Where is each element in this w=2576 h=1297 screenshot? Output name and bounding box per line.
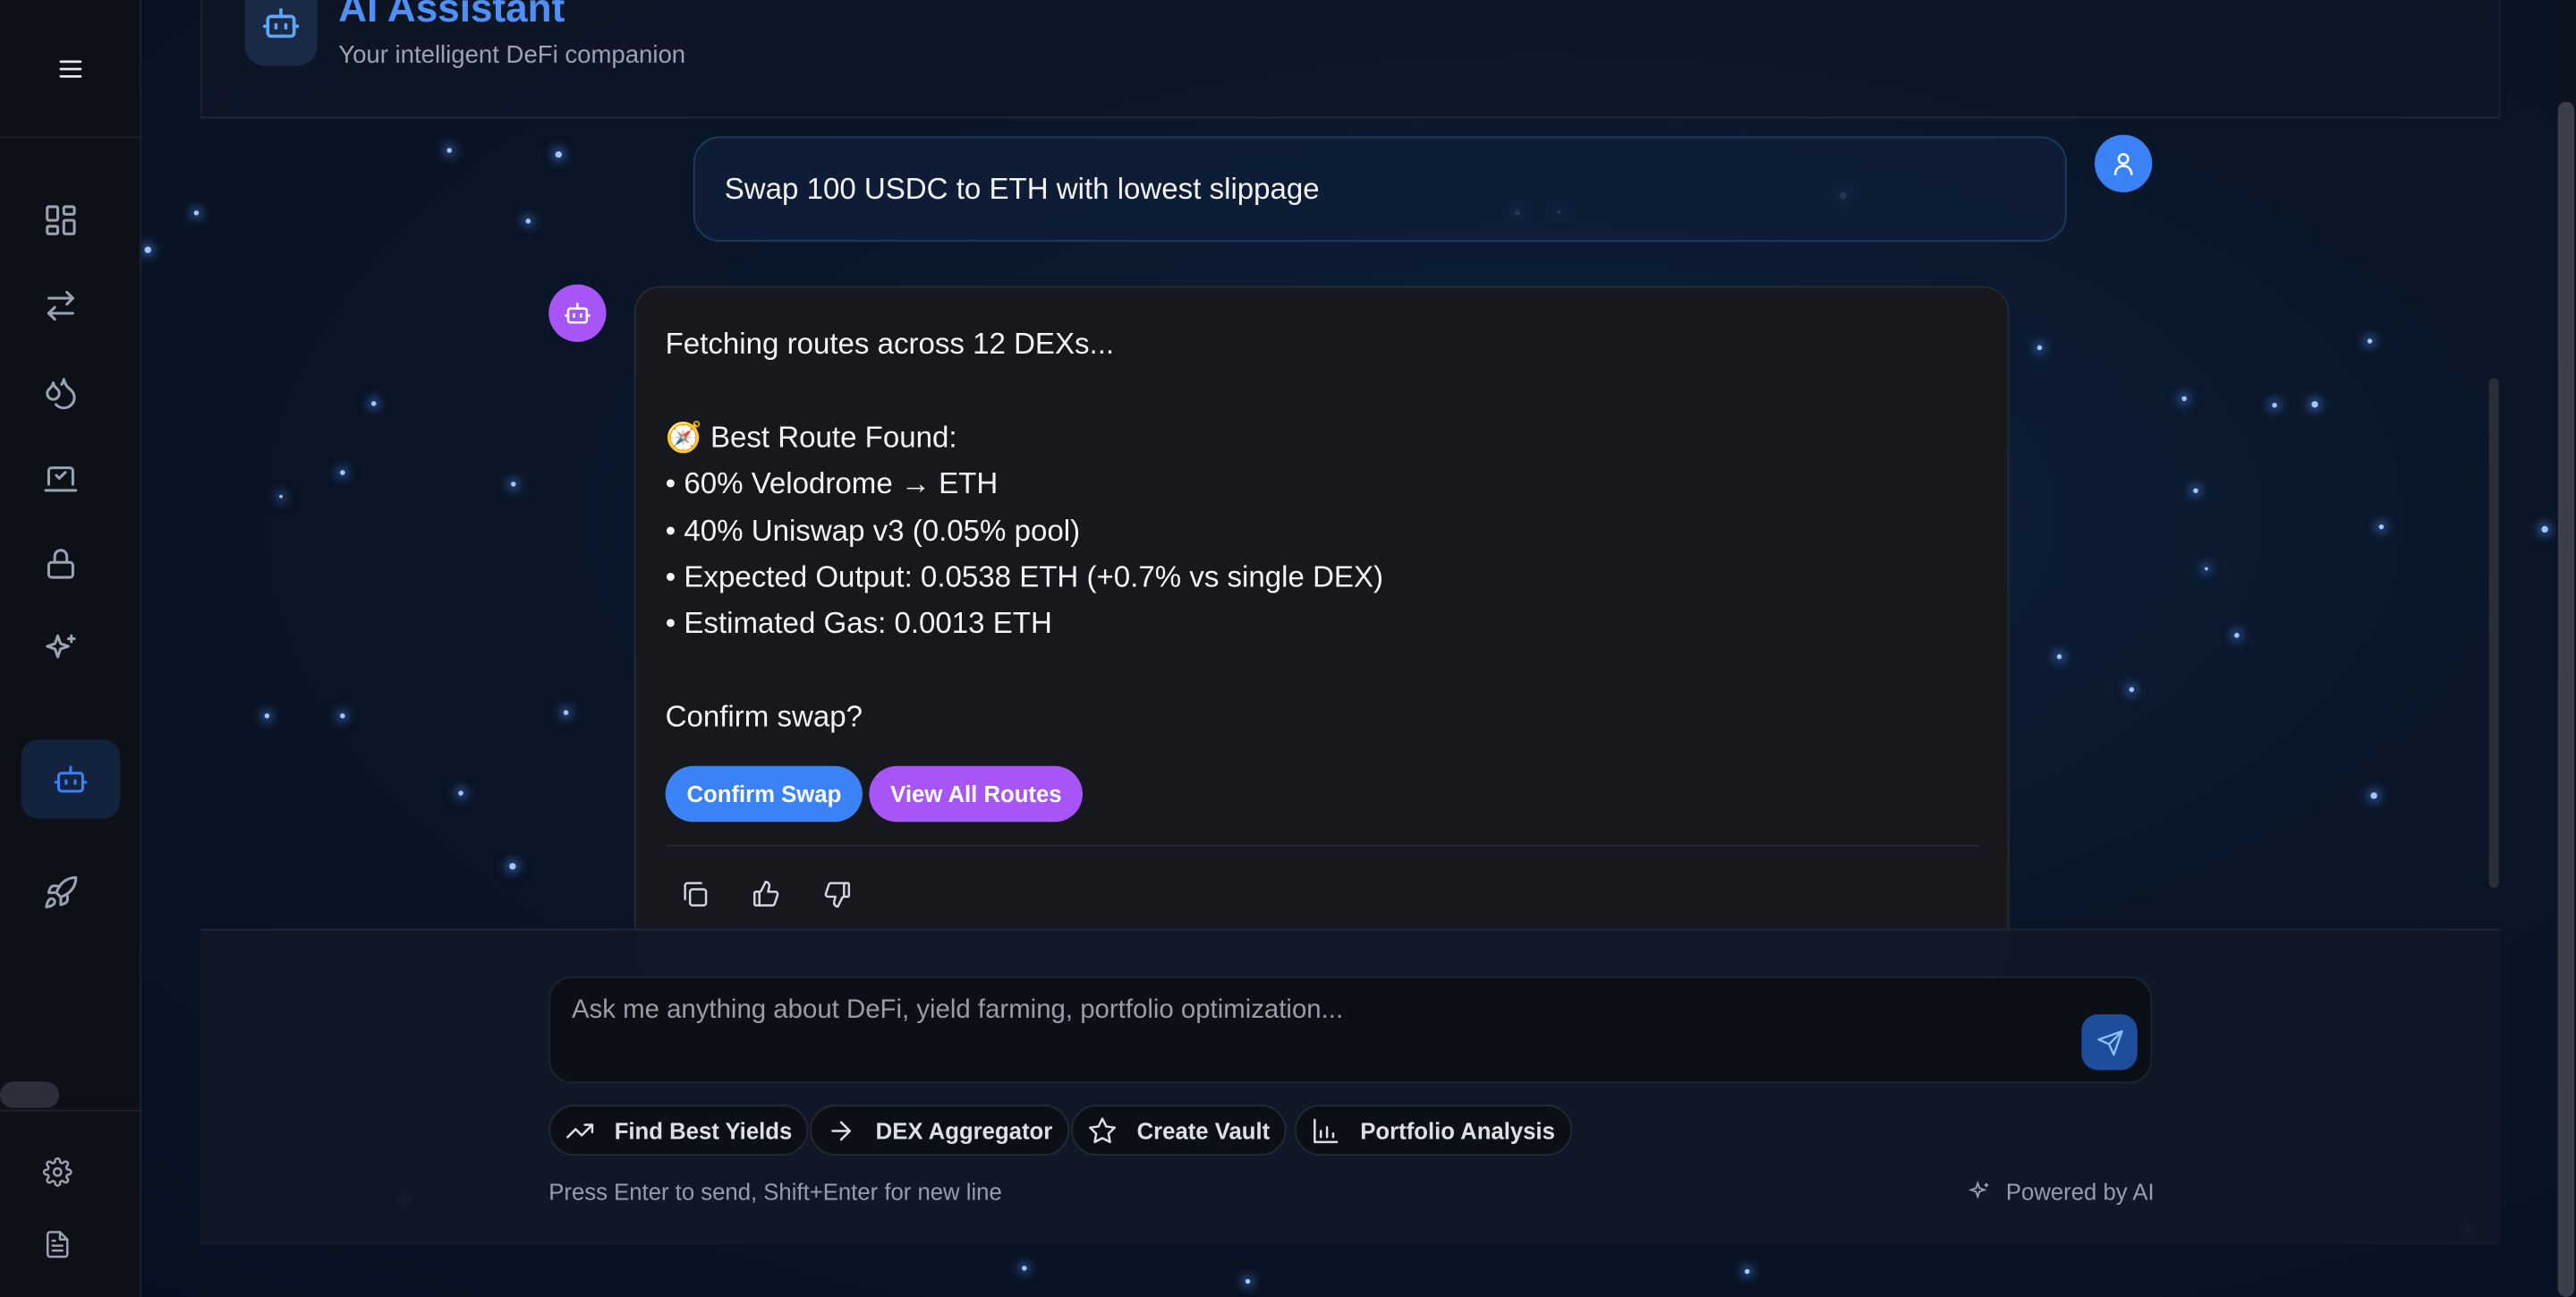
sidebar-item-liquidity[interactable] (20, 357, 102, 430)
swap-arrows-icon (47, 290, 74, 321)
user-message-bubble: Swap 100 USDC to ETH with lowest slippag… (693, 136, 2067, 242)
sidebar-item-swap[interactable] (20, 269, 102, 342)
sidebar-item-vaults[interactable] (20, 442, 102, 515)
user-avatar (2095, 134, 2153, 192)
send-button[interactable] (2081, 1014, 2138, 1071)
assistant-message-text: Fetching routes across 12 DEXs... 🧭 Best… (665, 327, 1384, 734)
bot-icon (565, 303, 591, 324)
view-all-routes-button[interactable]: View All Routes (869, 765, 1084, 823)
powered-label: Powered by AI (2005, 1178, 2155, 1206)
page-scrollbar[interactable] (2555, 0, 2576, 1297)
sparkles-icon (1968, 1180, 1989, 1199)
droplets-icon (46, 378, 76, 410)
copy-icon (684, 882, 708, 907)
thumbs-up-icon (752, 881, 779, 907)
bot-icon (262, 8, 300, 38)
sidebar-item-launch[interactable] (20, 857, 102, 929)
message-divider (665, 844, 1980, 847)
quick-action-find-best-yields[interactable]: Find Best Yields (548, 1105, 809, 1156)
assistant-logo (244, 0, 318, 66)
document-icon (47, 1231, 69, 1259)
sidebar-footer (0, 1109, 141, 1297)
chat-scrollbar[interactable] (2488, 378, 2499, 888)
keyboard-hint: Press Enter to send, Shift+Enter for new… (548, 1178, 1002, 1206)
page-header: AI Assistant Your intelligent DeFi compa… (200, 0, 2501, 119)
quick-action-create-vault[interactable]: Create Vault (1071, 1105, 1287, 1156)
assistant-message-bubble: Fetching routes across 12 DEXs... 🧭 Best… (633, 286, 2010, 977)
page-scrollbar-thumb[interactable] (2557, 101, 2575, 1297)
docs-button[interactable] (16, 1208, 98, 1281)
thumbs-down-button[interactable] (818, 875, 857, 914)
bot-icon (54, 765, 88, 793)
lock-icon (47, 549, 74, 579)
page-title: AI Assistant (338, 0, 565, 31)
composer-box (548, 976, 2153, 1084)
gear-icon (42, 1157, 72, 1187)
sidebar-scrollbar[interactable] (0, 1081, 60, 1108)
quick-action-dex-aggregator[interactable]: DEX Aggregator (810, 1105, 1069, 1156)
sidebar-item-dashboard[interactable] (20, 184, 102, 257)
sidebar-header (0, 0, 140, 139)
user-icon (2113, 153, 2133, 175)
settings-button[interactable] (16, 1136, 98, 1208)
confirm-swap-button[interactable]: Confirm Swap (665, 765, 863, 823)
vault-check-icon (44, 466, 78, 492)
bar-chart-icon (1314, 1117, 1339, 1143)
sidebar-item-ai-assistant[interactable] (21, 739, 121, 819)
quick-action-portfolio-analysis[interactable]: Portfolio Analysis (1294, 1105, 1572, 1156)
page-subtitle: Your intelligent DeFi companion (338, 40, 686, 70)
chip-label: Create Vault (1136, 1116, 1271, 1144)
send-icon (2096, 1029, 2122, 1055)
powered-by-ai: Powered by AI (1968, 1179, 2155, 1205)
copy-button[interactable] (676, 875, 715, 914)
assistant-avatar (548, 284, 607, 342)
user-message-text: Swap 100 USDC to ETH with lowest slippag… (724, 171, 1320, 205)
hamburger-menu-icon[interactable] (50, 48, 89, 88)
chat-input[interactable] (571, 991, 2051, 1031)
dashboard-icon (46, 205, 76, 235)
sparkles-icon (46, 634, 76, 659)
thumbs-down-icon (824, 882, 851, 909)
chip-label: DEX Aggregator (875, 1116, 1053, 1144)
sidebar (0, 0, 141, 1297)
sidebar-item-features[interactable] (20, 613, 102, 686)
trending-up-icon (566, 1122, 594, 1138)
chip-label: Find Best Yields (614, 1116, 793, 1144)
app-window: AI Assistant Your intelligent DeFi compa… (0, 0, 2576, 1297)
arrow-right-icon (831, 1120, 851, 1140)
thumbs-up-button[interactable] (746, 875, 786, 914)
composer-panel: Find Best Yields DEX Aggregator Create V… (200, 928, 2501, 1245)
chip-label: Portfolio Analysis (1360, 1116, 1555, 1144)
rocket-icon (45, 875, 78, 909)
sidebar-item-staking[interactable] (20, 528, 102, 601)
star-icon (1089, 1116, 1117, 1143)
